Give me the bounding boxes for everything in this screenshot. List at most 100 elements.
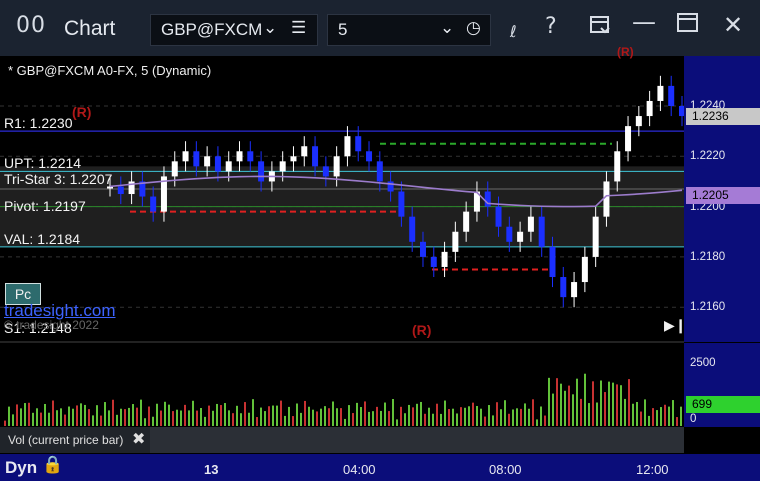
time-tick-label: 12:00	[636, 462, 669, 477]
volume-bar	[104, 402, 106, 426]
candle-body	[679, 106, 684, 117]
volume-bar	[352, 413, 354, 426]
volume-bar	[252, 399, 254, 426]
lock-icon[interactable]: 🔒	[42, 455, 63, 475]
level-label-upt: UPT: 1.2214	[4, 155, 82, 171]
candle-body	[506, 226, 513, 242]
time-tick-label: 13	[204, 462, 219, 477]
volume-bar	[604, 392, 606, 426]
volume-bar	[432, 413, 434, 426]
volume-bar	[344, 418, 346, 426]
volume-bar	[444, 400, 446, 426]
close-icon[interactable]: ✖	[132, 429, 145, 449]
volume-bar	[248, 412, 250, 426]
chevron-down-icon[interactable]: ⌄	[440, 18, 454, 38]
jump-to-end-icon[interactable]: ▶❙	[664, 317, 687, 334]
volume-bar	[188, 410, 190, 426]
candle-body	[398, 191, 405, 217]
volume-bar	[224, 403, 226, 426]
candle-body	[355, 136, 362, 152]
volume-bar	[468, 406, 470, 426]
volume-bar	[428, 407, 430, 426]
chart-canvas[interactable]	[0, 56, 684, 427]
signal-label: (R)	[412, 322, 432, 338]
volume-bar	[8, 406, 10, 426]
volume-bar	[120, 408, 122, 426]
volume-bar	[680, 406, 682, 426]
candle-body	[614, 151, 621, 182]
time-tick-label: 04:00	[343, 462, 376, 477]
volume-bar	[200, 408, 202, 426]
volume-bar	[536, 419, 538, 426]
close-icon[interactable]: ✕	[723, 11, 743, 39]
candle-body	[463, 211, 470, 232]
volume-bar	[68, 406, 70, 426]
volume-bar	[628, 379, 630, 426]
volume-bar	[608, 381, 610, 426]
volume-bar	[312, 409, 314, 426]
volume-bar	[380, 410, 382, 426]
volume-bar	[12, 414, 14, 426]
volume-bar	[636, 402, 638, 426]
candle-body	[560, 277, 567, 298]
candle-body	[182, 151, 189, 162]
volume-bar	[656, 410, 658, 426]
volume-bar	[84, 404, 86, 426]
volume-bar	[16, 404, 18, 426]
symbol-selector[interactable]: GBP@FXCM ⌄ ☰	[150, 14, 318, 46]
volume-bar	[620, 385, 622, 426]
candle-body	[344, 136, 351, 157]
volume-bar	[180, 410, 182, 426]
candle-body	[258, 161, 265, 182]
volume-bar	[76, 405, 78, 426]
pen-icon[interactable]: ℓ	[510, 22, 517, 41]
volume-bar	[448, 409, 450, 426]
volume-bar	[320, 408, 322, 426]
candle-body	[409, 216, 416, 242]
app-logo-icon: 00	[16, 13, 46, 38]
volume-indicator-tag[interactable]: Vol (current price bar) ✖	[0, 427, 150, 453]
volume-bar	[156, 403, 158, 426]
candle-body	[171, 161, 178, 177]
signal-label: (R)	[617, 45, 634, 59]
maximize-icon[interactable]	[677, 13, 699, 38]
volume-bar	[300, 412, 302, 426]
volume-bar	[564, 390, 566, 426]
volume-bar	[240, 413, 242, 426]
level-label-pivot: Pivot: 1.2197	[4, 198, 86, 214]
chevron-down-icon[interactable]: ⌄	[263, 18, 277, 38]
volume-bar	[220, 405, 222, 426]
minimize-icon[interactable]: —	[632, 8, 656, 36]
volume-bar	[360, 407, 362, 426]
volume-bar	[336, 408, 338, 426]
template-icon[interactable]	[589, 14, 611, 41]
dynamic-mode-label[interactable]: Dyn	[5, 458, 37, 478]
volume-bar	[388, 411, 390, 426]
volume-bar	[520, 408, 522, 426]
volume-bar	[368, 411, 370, 426]
level-label-val: VAL: 1.2184	[4, 231, 81, 247]
volume-bar	[132, 404, 134, 426]
volume-bar	[296, 403, 298, 426]
clock-icon[interactable]: ◷	[466, 18, 481, 38]
candle-body	[646, 100, 653, 117]
volume-bar	[332, 401, 334, 426]
volume-bar	[52, 400, 54, 426]
hamburger-menu-icon[interactable]: ☰	[291, 18, 306, 38]
candle-body	[625, 126, 632, 152]
volume-bar	[256, 417, 258, 426]
help-icon[interactable]: ?	[545, 14, 557, 39]
volume-bar	[364, 401, 366, 426]
period-value: 5	[338, 20, 348, 39]
volume-bar	[372, 411, 374, 426]
volume-bar	[572, 394, 574, 426]
volume-bar	[616, 384, 618, 426]
price-tick-label: 1.2180	[690, 251, 726, 263]
volume-tick-label: 2500	[690, 357, 716, 369]
volume-bar	[384, 402, 386, 426]
volume-bar	[568, 385, 570, 426]
volume-bar	[88, 409, 90, 426]
volume-bar	[612, 382, 614, 426]
period-selector[interactable]: 5 ⌄ ◷	[327, 14, 491, 46]
chart-title: * GBP@FXCM A0-FX, 5 (Dynamic)	[8, 63, 212, 78]
